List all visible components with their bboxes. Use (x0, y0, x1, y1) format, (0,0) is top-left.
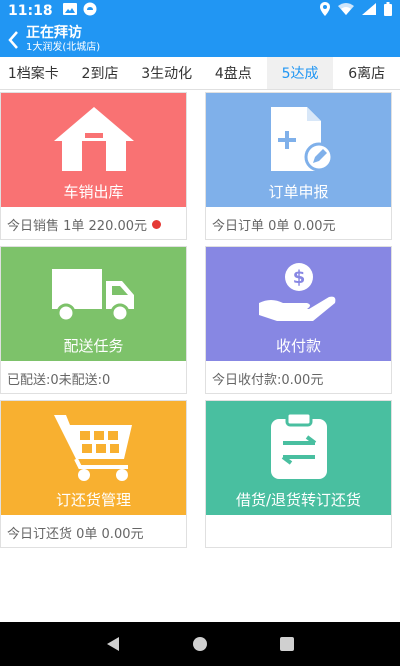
payment-label: 收付款 (275, 337, 321, 355)
delivery-task-summary: 已配送:0未配送:0 (7, 372, 111, 388)
exchange-clipboard-icon (263, 411, 335, 481)
back-button[interactable] (0, 22, 26, 57)
nav-back-button[interactable] (105, 636, 121, 652)
page-title: 正在拜访 (26, 25, 82, 42)
step-tabs: 1档案卡 2到店 3生动化 4盘点 5达成 6离店 (0, 57, 400, 90)
android-icon (83, 2, 97, 20)
car-sales-label: 车销出库 (63, 183, 124, 201)
car-sales-tile[interactable]: 车销出库 (1, 93, 186, 207)
location-icon (320, 2, 330, 20)
order-declare-card[interactable]: 订单申报 今日订单 0单 0.00元 (205, 92, 392, 240)
order-return-label: 订还货管理 (55, 491, 131, 509)
delivery-task-card[interactable]: 配送任务 已配送:0未配送:0 (0, 246, 187, 394)
shopping-cart-icon (52, 413, 136, 481)
nav-recents-button[interactable] (279, 636, 295, 652)
recents-square-icon (279, 637, 294, 651)
status-time: 11:18 (8, 3, 53, 19)
payment-footer: 今日收付款:0.00元 (206, 361, 391, 395)
order-return-footer: 今日订还货 0单 0.00元 (1, 515, 186, 549)
car-sales-summary: 今日销售 1单 220.00元 (7, 218, 148, 234)
borrow-return-card[interactable]: 借货/退货转订还货 (205, 400, 392, 548)
order-return-tile[interactable]: 订还货管理 (1, 401, 186, 515)
status-bar: 11:18 (0, 0, 400, 22)
image-icon (62, 3, 77, 19)
notification-badge (152, 219, 162, 229)
order-return-summary: 今日订还货 0单 0.00元 (7, 526, 144, 542)
svg-text:$: $ (292, 267, 305, 288)
tab-arrive-store[interactable]: 2到店 (67, 57, 134, 89)
warehouse-icon (52, 105, 136, 173)
delivery-task-footer: 已配送:0未配送:0 (1, 361, 186, 395)
borrow-return-footer (206, 515, 391, 549)
order-declare-summary: 今日订单 0单 0.00元 (212, 218, 336, 234)
store-subtitle: 1大润发(北城店) (26, 41, 101, 53)
order-declare-tile[interactable]: 订单申报 (206, 93, 391, 207)
system-nav-bar (0, 622, 400, 666)
tab-archive-card[interactable]: 1档案卡 (0, 57, 67, 89)
payment-summary: 今日收付款:0.00元 (212, 372, 324, 388)
order-declare-label: 订单申报 (268, 183, 329, 201)
order-declare-footer: 今日订单 0单 0.00元 (206, 207, 391, 241)
chevron-left-icon (8, 30, 18, 49)
borrow-return-tile[interactable]: 借货/退货转订还货 (206, 401, 391, 515)
add-document-icon (263, 105, 335, 173)
delivery-truck-icon (50, 259, 138, 327)
payment-tile[interactable]: $ 收付款 (206, 247, 391, 361)
tab-leave-store[interactable]: 6离店 (333, 57, 400, 89)
tab-inventory[interactable]: 4盘点 (200, 57, 267, 89)
borrow-return-label: 借货/退货转订还货 (235, 491, 362, 509)
car-sales-footer: 今日销售 1单 220.00元 (1, 207, 186, 241)
signal-icon (362, 3, 376, 19)
tab-achievement[interactable]: 5达成 (266, 57, 334, 89)
app-bar: 正在拜访 1大润发(北城店) (0, 22, 400, 57)
car-sales-card[interactable]: 车销出库 今日销售 1单 220.00元 (0, 92, 187, 240)
battery-icon (384, 2, 392, 20)
home-circle-icon (192, 637, 207, 651)
order-return-card[interactable]: 订还货管理 今日订还货 0单 0.00元 (0, 400, 187, 548)
back-triangle-icon (107, 637, 120, 651)
tab-merchandising[interactable]: 3生动化 (133, 57, 200, 89)
nav-home-button[interactable] (192, 636, 208, 652)
payment-card[interactable]: $ 收付款 今日收付款:0.00元 (205, 246, 392, 394)
wifi-icon (338, 3, 354, 19)
delivery-task-label: 配送任务 (63, 337, 124, 355)
hand-coin-icon: $ (257, 259, 341, 327)
delivery-task-tile[interactable]: 配送任务 (1, 247, 186, 361)
